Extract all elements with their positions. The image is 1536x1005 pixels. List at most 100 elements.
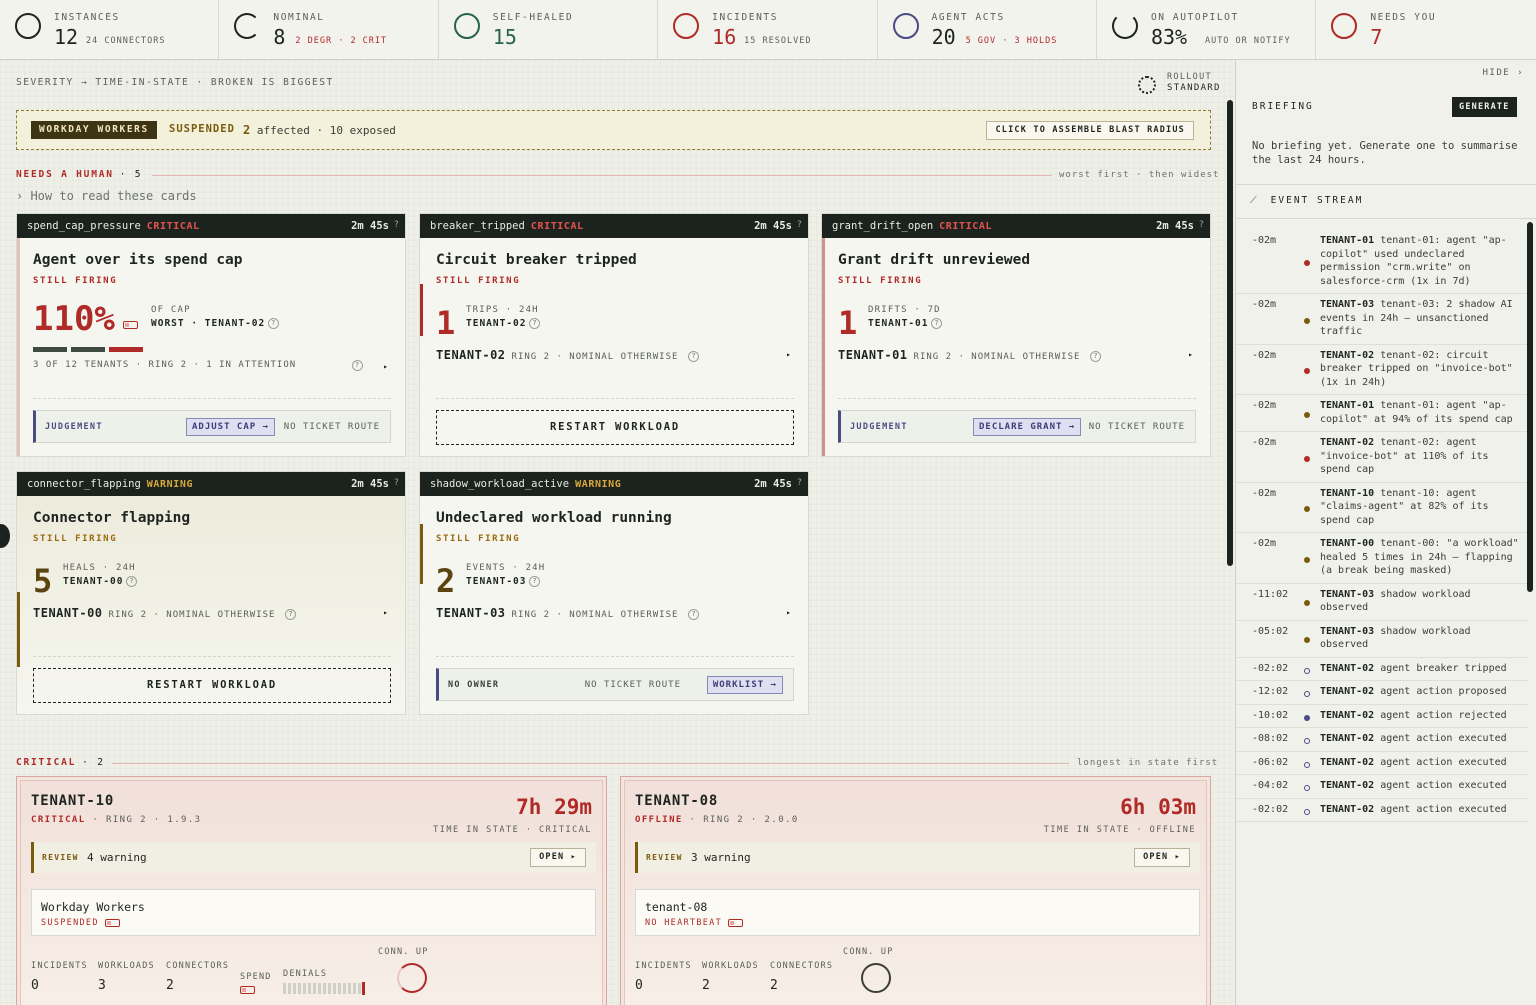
stat-sub: AUTO OR NOTIFY [1204, 36, 1291, 46]
open-review-button[interactable]: OPEN ▸ [530, 848, 586, 867]
main-scrollbar[interactable] [1227, 100, 1233, 566]
restart-workload-button[interactable]: RESTART WORKLOAD [33, 668, 391, 703]
stat-needs-you[interactable]: NEEDS YOU 7 [1316, 0, 1535, 59]
no-ticket-route: NO TICKET ROUTE [283, 422, 380, 432]
help-icon[interactable]: ? [688, 351, 700, 362]
stat-instances[interactable]: INSTANCES 12 24 CONNECTORS [0, 0, 220, 59]
alert-metric: 110% [33, 299, 115, 339]
stat-label: SELF-HEALED [492, 12, 574, 23]
stat-value: 16 [712, 25, 737, 49]
section-divider [152, 175, 1052, 176]
event-row[interactable]: -02:02 TENANT-02 agent action executed [1236, 799, 1528, 822]
tenant-card-10[interactable]: TENANT-10 CRITICAL · RING 2 · 1.9.3 7h 2… [16, 776, 607, 1005]
adjust-cap-button[interactable]: ADJUST CAP → [186, 418, 276, 436]
event-row[interactable]: -02m TENANT-01 tenant-01: agent "ap-copil… [1236, 230, 1528, 294]
how-to-read-link[interactable]: › How to read these cards [16, 189, 197, 203]
assemble-blast-radius-button[interactable]: CLICK TO ASSEMBLE BLAST RADIUS [986, 121, 1194, 140]
generate-briefing-button[interactable]: GENERATE [1452, 97, 1517, 117]
event-message: TENANT-00 tenant-00: "a workload" healed… [1320, 538, 1519, 576]
help-icon[interactable]: ? [126, 576, 138, 587]
alert-card-shadow-workload[interactable]: shadow_workload_active WARNING 2m 45s ? … [419, 471, 809, 715]
expand-arrow-icon[interactable]: ▸ [786, 608, 792, 617]
alert-card-header: grant_drift_open CRITICAL 2m 45s ? [822, 214, 1210, 238]
open-review-button[interactable]: OPEN ▸ [1134, 848, 1190, 867]
event-severity-dot-icon [1304, 691, 1310, 697]
event-row[interactable]: -12:02 TENANT-02 agent action proposed [1236, 681, 1528, 705]
help-icon[interactable]: ? [529, 318, 541, 329]
stat-ring-icon [892, 13, 919, 39]
restart-workload-button[interactable]: RESTART WORKLOAD [436, 410, 794, 445]
event-row[interactable]: -02m TENANT-01 tenant-01: agent "ap-copil… [1236, 395, 1528, 432]
expand-arrow-icon[interactable]: ▸ [383, 362, 389, 371]
event-row[interactable]: -04:02 TENANT-02 agent action executed [1236, 775, 1528, 799]
event-row[interactable]: -08:02 TENANT-02 agent action executed [1236, 728, 1528, 752]
workload-name: tenant-08 [645, 900, 708, 914]
alert-title: Circuit breaker tripped [436, 252, 637, 268]
help-icon[interactable]: ? [394, 478, 399, 488]
event-stream-list: -02m TENANT-01 tenant-01: agent "ap-copil… [1236, 230, 1528, 822]
worklist-button[interactable]: WORKLIST → [706, 676, 783, 694]
alert-metric: 2 [436, 562, 456, 600]
event-row[interactable]: -02m TENANT-02 tenant-02: agent "invoice-… [1236, 432, 1528, 483]
card-divider [838, 398, 1196, 399]
expand-arrow-icon[interactable]: ▸ [1188, 350, 1194, 359]
alert-still-firing: STILL FIRING [436, 534, 521, 544]
help-icon[interactable]: ? [285, 609, 297, 620]
stat-self-healed[interactable]: SELF-HEALED 15 [439, 0, 659, 59]
denials-bar [283, 982, 365, 995]
event-severity-dot-icon [1304, 738, 1310, 744]
event-row[interactable]: -02m TENANT-03 tenant-03: 2 shadow AI eve… [1236, 294, 1528, 345]
alert-card-spend-cap[interactable]: spend_cap_pressure CRITICAL 2m 45s ? Age… [16, 213, 406, 457]
event-row[interactable]: -02m TENANT-02 tenant-02: circuit breaker… [1236, 345, 1528, 395]
event-severity-dot-icon [1304, 600, 1310, 606]
metric-value: 0 [635, 978, 643, 993]
help-icon[interactable]: ? [268, 318, 280, 329]
event-row[interactable]: -10:02 TENANT-02 agent action rejected [1236, 705, 1528, 728]
event-time: -02m [1252, 349, 1277, 361]
help-icon[interactable]: ? [352, 360, 363, 371]
workload-box[interactable]: tenant-08 NO HEARTBEAT [635, 889, 1200, 936]
alert-card-breaker-tripped[interactable]: breaker_tripped CRITICAL 2m 45s ? Circui… [419, 213, 809, 457]
stat-on-autopilot[interactable]: ON AUTOPILOT 83% AUTO OR NOTIFY [1097, 0, 1317, 59]
divider [1236, 184, 1536, 185]
event-row[interactable]: -11:02 TENANT-03 shadow workload observed [1236, 584, 1528, 621]
event-row[interactable]: -06:02 TENANT-02 agent action executed [1236, 752, 1528, 775]
metric-label: SPEND [240, 972, 272, 982]
event-row[interactable]: -02m TENANT-10 tenant-10: agent "claims-a… [1236, 483, 1528, 533]
declare-grant-button[interactable]: DECLARE GRANT → [973, 418, 1082, 436]
help-icon[interactable]: ? [529, 576, 541, 587]
event-row[interactable]: -02:02 TENANT-02 agent breaker tripped [1236, 658, 1528, 681]
event-row[interactable]: -02m TENANT-00 tenant-00: "a workload" he… [1236, 533, 1528, 584]
event-severity-dot-icon [1304, 785, 1310, 791]
help-icon[interactable]: ? [797, 220, 802, 230]
tenant-card-08[interactable]: TENANT-08 OFFLINE · RING 2 · 2.0.0 6h 03… [620, 776, 1211, 1005]
help-icon[interactable]: ? [931, 318, 943, 329]
metric-label: WORKLOADS [98, 961, 155, 971]
help-icon[interactable]: ? [1199, 220, 1204, 230]
review-count: 3 warning [691, 851, 751, 864]
alert-card-grant-drift[interactable]: grant_drift_open CRITICAL 2m 45s ? Grant… [821, 213, 1211, 457]
stat-incidents[interactable]: INCIDENTS 16 15 RESOLVED [658, 0, 878, 59]
sidebar-scrollbar[interactable] [1527, 222, 1533, 592]
alert-tenant-line: 3 OF 12 TENANTS · RING 2 · 1 IN ATTENTIO… [33, 360, 389, 371]
help-icon[interactable]: ? [394, 220, 399, 230]
help-icon[interactable]: ? [688, 609, 700, 620]
stat-nominal[interactable]: NOMINAL 8 2 DEGR · 2 CRIT [219, 0, 439, 59]
workload-box[interactable]: Workday Workers SUSPENDED [31, 889, 596, 936]
event-message: TENANT-01 tenant-01: agent "ap-copilot" … [1320, 235, 1507, 287]
expand-arrow-icon[interactable]: ▸ [383, 608, 389, 617]
help-icon[interactable]: ? [1090, 351, 1102, 362]
alert-severity: CRITICAL [146, 220, 200, 232]
help-icon[interactable]: ? [797, 478, 802, 488]
card-divider [436, 656, 794, 657]
expand-arrow-icon[interactable]: ▸ [786, 350, 792, 359]
alert-metric-label: OF CAP [151, 305, 191, 315]
divider [1236, 218, 1536, 219]
judgement-label: JUDGEMENT [45, 422, 103, 432]
stat-agent-acts[interactable]: AGENT ACTS 20 5 GOV · 3 HOLDS [878, 0, 1097, 59]
hide-sidebar-button[interactable]: HIDE › [1482, 68, 1524, 78]
no-owner-label: NO OWNER [448, 680, 500, 690]
alert-card-connector-flapping[interactable]: connector_flapping WARNING 2m 45s ? Conn… [16, 471, 406, 715]
event-time: -08:02 [1252, 733, 1289, 744]
event-row[interactable]: -05:02 TENANT-03 shadow workload observed [1236, 621, 1528, 658]
